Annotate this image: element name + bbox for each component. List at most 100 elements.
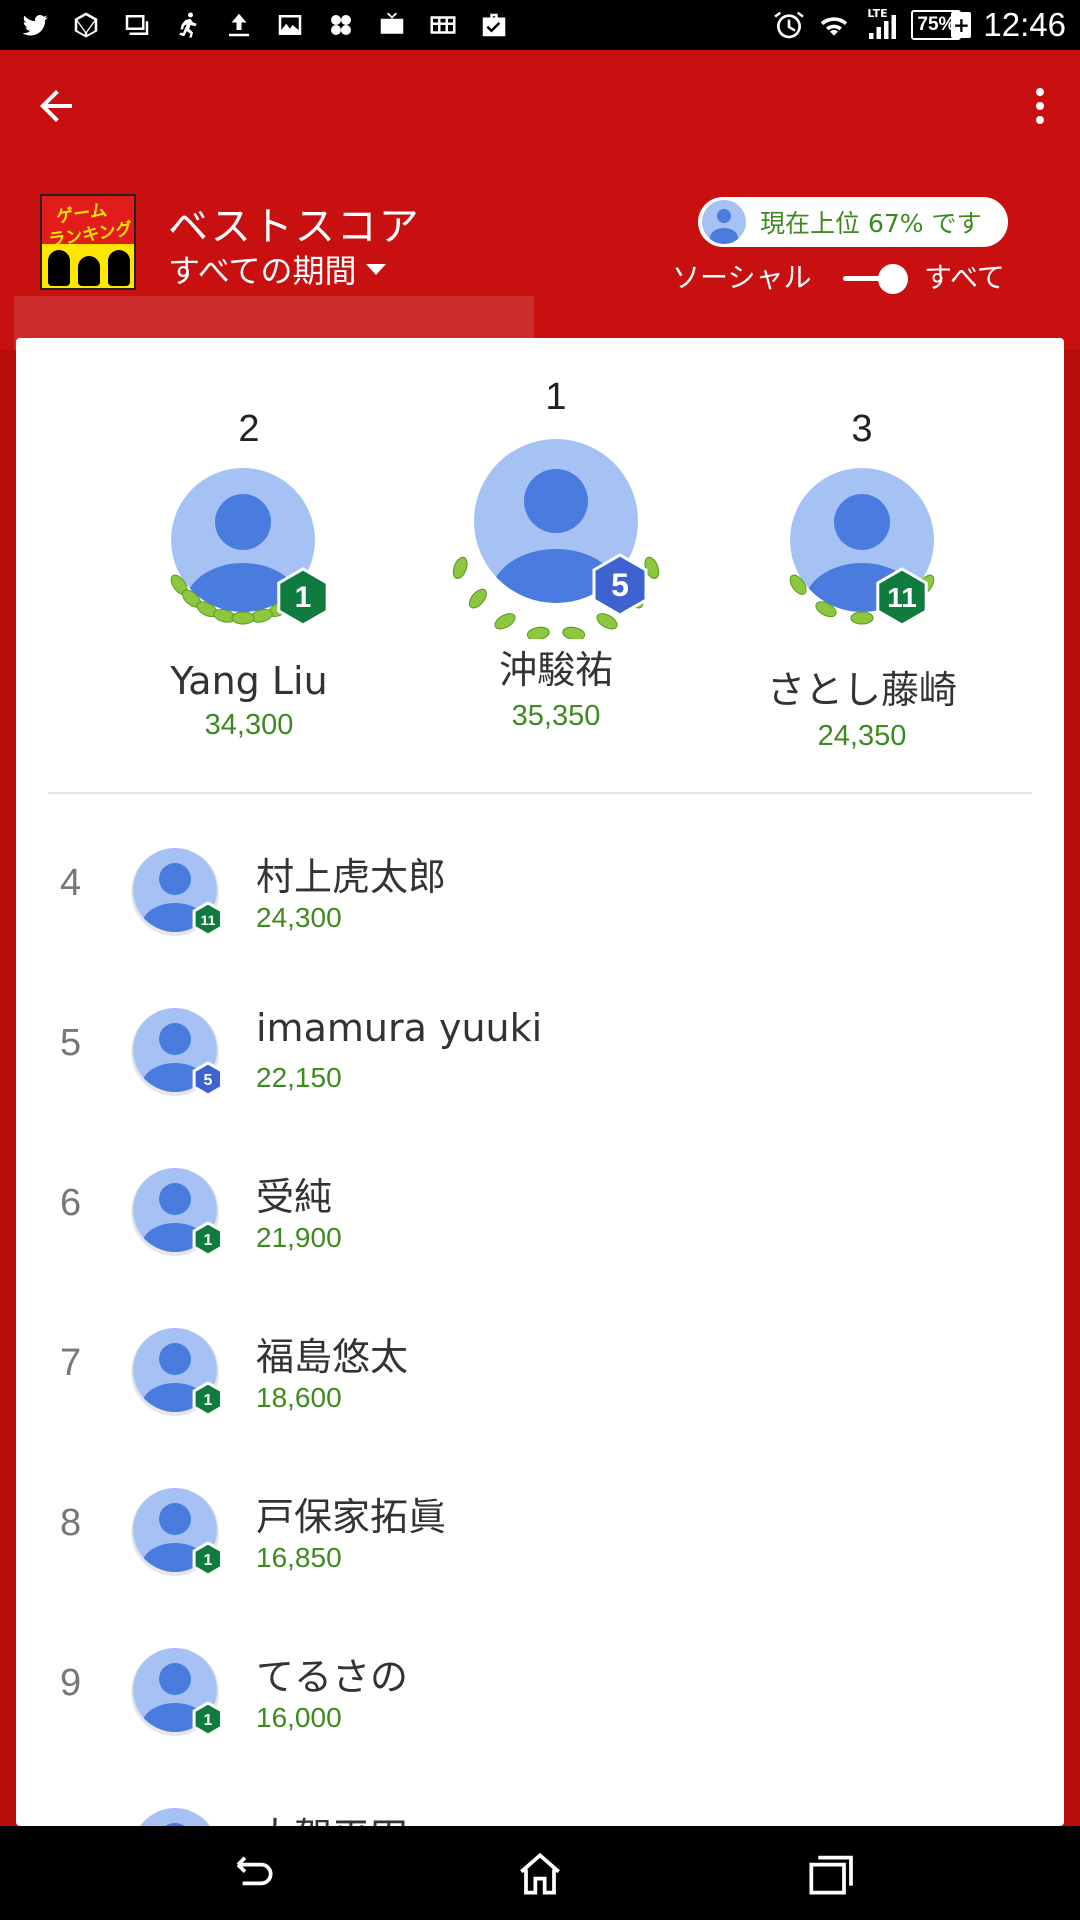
- pinwheel-icon: [324, 8, 358, 42]
- podium-entry[interactable]: 2 1 Yang Liu 34,300: [119, 408, 379, 808]
- row-rank: 8: [60, 1502, 82, 1544]
- list-item[interactable]: 8 1 戸保家拓眞 16,850: [16, 1456, 1064, 1616]
- player-score: 21,900: [256, 1222, 342, 1253]
- podium-name: さとし藤崎: [766, 668, 957, 712]
- player-avatar: [702, 200, 746, 244]
- row-rank: 4: [60, 862, 82, 904]
- avatar: 1: [131, 1328, 220, 1417]
- podium-rank: 3: [851, 408, 873, 450]
- player-name: 戸保家拓眞: [256, 1495, 447, 1539]
- clock: 12:46: [983, 6, 1066, 43]
- avatar: 1: [131, 1648, 220, 1737]
- wifi-icon: [821, 17, 848, 36]
- level-badge: 1: [204, 1232, 213, 1249]
- signal-icon: LTE: [863, 7, 899, 43]
- player-score: 18,600: [256, 1382, 342, 1413]
- podium-name: 沖駿祐: [498, 648, 613, 692]
- home-nav-icon[interactable]: [512, 1846, 568, 1902]
- laurel-avatar-icon: 11: [789, 468, 935, 627]
- player-rank-chip[interactable]: 現在上位 67% です: [698, 197, 1008, 247]
- back-nav-icon[interactable]: [224, 1846, 280, 1902]
- social-all-toggle[interactable]: [843, 264, 908, 308]
- row-rank: 9: [60, 1662, 82, 1704]
- list-item[interactable]: 10 1 大賀平田: [16, 1776, 1064, 1826]
- list-item[interactable]: 9 1 てるさの 16,000: [16, 1616, 1064, 1776]
- photo-news-icon: [120, 8, 154, 42]
- grid-icon: [426, 8, 460, 42]
- avatar: 1: [131, 1168, 220, 1257]
- player-name: imamura yuuki: [256, 1006, 543, 1050]
- list-item[interactable]: 4 11 村上虎太郎 24,300: [16, 816, 1064, 976]
- player-score: 24,300: [256, 902, 342, 933]
- row-rank: 5: [60, 1022, 82, 1064]
- podium-entry[interactable]: 3 11 さとし藤崎 24,350: [732, 408, 992, 808]
- list-item[interactable]: 5 5 imamura yuuki 22,150: [16, 976, 1064, 1136]
- all-filter-label[interactable]: すべて: [924, 256, 1005, 296]
- period-dropdown[interactable]: すべての期間: [168, 246, 387, 292]
- level-badge: 1: [295, 581, 312, 614]
- avatar: 1: [131, 1488, 220, 1577]
- podium-divider: [48, 792, 1032, 794]
- alarm-icon: [774, 11, 805, 39]
- ingress-icon: [69, 8, 103, 42]
- podium-name: Yang Liu: [170, 659, 328, 703]
- podium-avatar: 5: [426, 427, 686, 639]
- row-rank: 6: [60, 1182, 82, 1224]
- avatar: 5: [131, 1008, 220, 1097]
- battery-icon: 75% +: [911, 10, 972, 40]
- player-name: 村上虎太郎: [256, 855, 447, 899]
- game-icon: ゲーム ランキング: [40, 194, 136, 290]
- social-filter-label[interactable]: ソーシャル: [672, 256, 811, 296]
- player-name: 大賀平田: [256, 1806, 408, 1826]
- more-options-icon[interactable]: [1020, 82, 1060, 130]
- avatar: 11: [131, 848, 220, 937]
- podium-avatar: 1: [119, 465, 379, 645]
- status-bar: LTE 75% + 12:46: [0, 0, 1080, 50]
- podium-score: 34,300: [204, 709, 294, 741]
- player-score: 22,150: [256, 1062, 342, 1093]
- level-badge: 5: [204, 1072, 213, 1089]
- upload-icon: [222, 8, 256, 42]
- level-badge: 1: [204, 1552, 213, 1569]
- briefcase-check-icon: [477, 8, 511, 42]
- level-badge: 5: [611, 567, 629, 603]
- leaderboard-header: ゲーム ランキング ベストスコア すべての期間 現在上位 67% です ソーシャ…: [0, 50, 1080, 350]
- player-score: 16,000: [256, 1702, 342, 1733]
- recents-nav-icon[interactable]: [802, 1846, 858, 1902]
- period-label: すべての期間: [168, 252, 357, 290]
- tv-icon: [375, 8, 409, 42]
- row-rank: 7: [60, 1342, 82, 1384]
- laurel-avatar-icon: 1: [170, 468, 329, 627]
- laurel-avatar-icon: 5: [452, 439, 660, 639]
- player-name: てるさの: [256, 1655, 409, 1699]
- leaderboard-title: ベストスコア: [168, 204, 421, 250]
- notification-icons: [18, 8, 511, 42]
- player-name: 受純: [256, 1175, 333, 1219]
- player-name: 福島悠太: [256, 1335, 409, 1379]
- level-badge: 1: [204, 1712, 213, 1729]
- level-badge: 1: [204, 1392, 213, 1409]
- level-badge: 11: [887, 582, 917, 613]
- player-score: 16,850: [256, 1542, 342, 1573]
- avatar: 1: [139, 1808, 211, 1826]
- podium-rank: 1: [545, 376, 567, 418]
- navigation-bar: [0, 1826, 1080, 1920]
- runner-icon: [171, 8, 205, 42]
- twitter-icon: [18, 8, 52, 42]
- podium-avatar: 11: [732, 465, 992, 645]
- leaderboard-card: 2 1 Yang Liu 34,300 1 5 沖駿祐 35,350 3 11 …: [16, 338, 1064, 1826]
- level-badge: 11: [201, 912, 216, 928]
- rank-percentile-text: 現在上位 67% です: [760, 209, 982, 238]
- back-arrow-icon[interactable]: [32, 82, 80, 130]
- list-item[interactable]: 6 1 受純 21,900: [16, 1136, 1064, 1296]
- charging-indicator: +: [951, 12, 972, 38]
- podium-score: 35,350: [511, 700, 601, 732]
- image-icon: [273, 8, 307, 42]
- podium-score: 24,350: [817, 720, 907, 752]
- podium-rank: 2: [238, 408, 260, 450]
- list-item[interactable]: 7 1 福島悠太 18,600: [16, 1296, 1064, 1456]
- system-status: LTE 75% + 12:46: [773, 0, 1066, 50]
- dropdown-caret-icon: [366, 263, 387, 275]
- podium-entry[interactable]: 1 5 沖駿祐 35,350: [426, 376, 686, 796]
- top-three-podium: 2 1 Yang Liu 34,300 1 5 沖駿祐 35,350 3 11 …: [16, 338, 1064, 793]
